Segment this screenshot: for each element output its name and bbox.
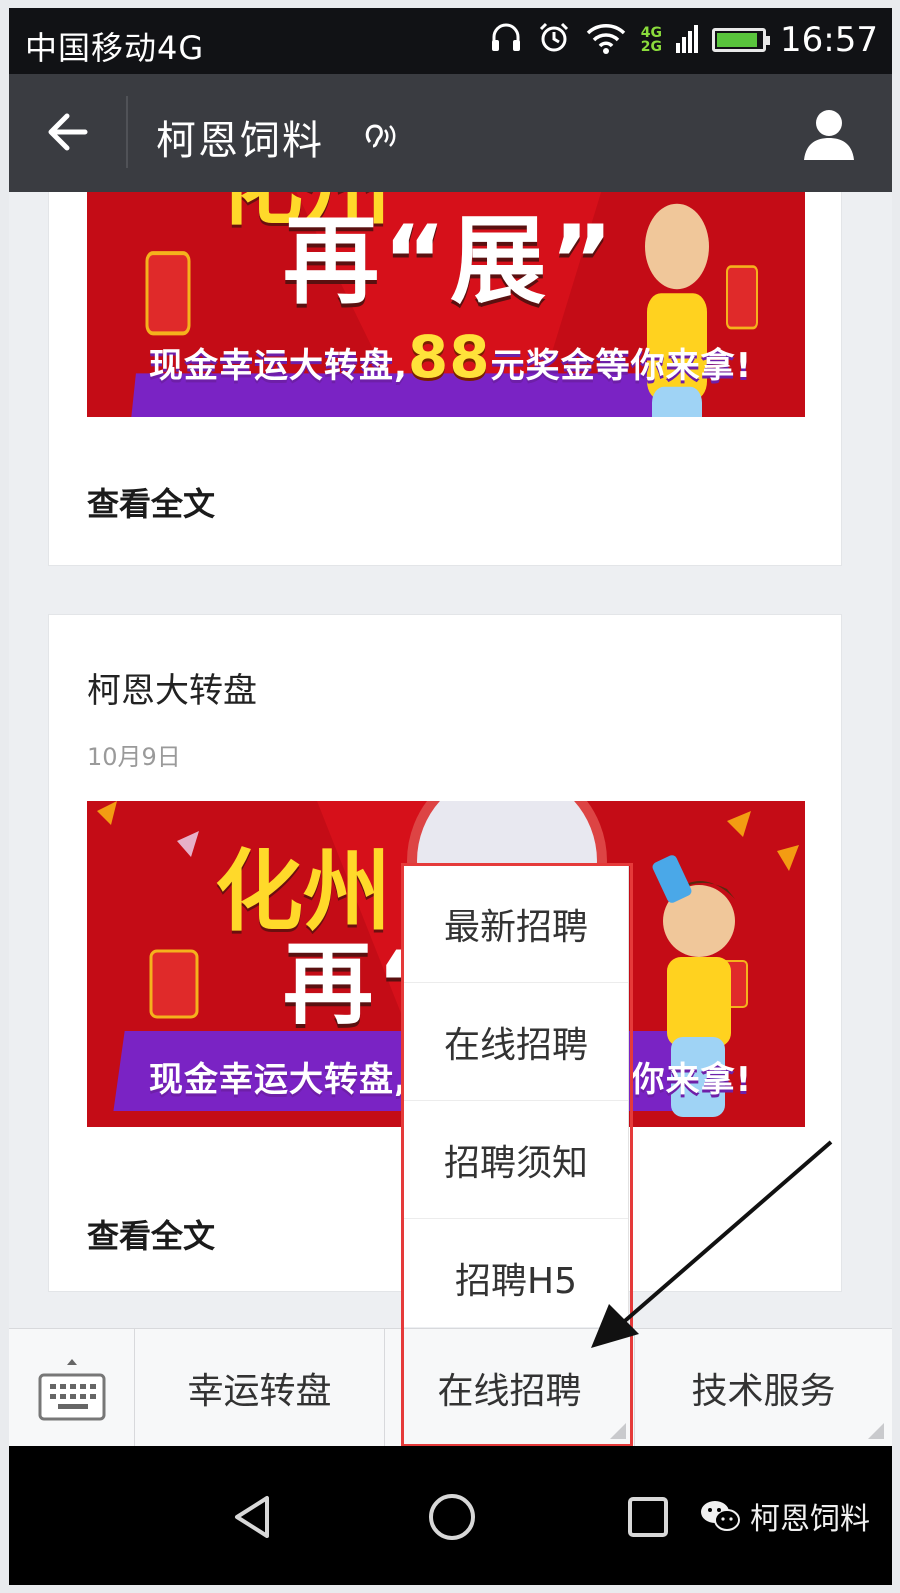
page-title: 柯恩饲料 xyxy=(156,118,324,164)
ear-speaker-icon[interactable] xyxy=(361,118,397,158)
banner-headline-prefix: 现金幸运大转盘, xyxy=(149,1060,408,1100)
clock-time: 16:57 xyxy=(780,20,878,60)
status-bar: 中国移动4G 4G 2G 16:57 xyxy=(9,8,892,74)
article-card[interactable]: 化州 再“展” 现金幸运大转盘,88元奖金等你来拿! 查看全文 xyxy=(48,192,842,566)
square-recents-icon xyxy=(628,1497,668,1537)
banner-headline-prefix: 现金幸运大转盘, xyxy=(149,346,408,386)
profile-button[interactable] xyxy=(800,104,858,162)
submenu-indicator-icon xyxy=(610,1423,626,1439)
triangle-back-icon xyxy=(235,1496,269,1538)
nav-recent-apps-button[interactable] xyxy=(613,1482,683,1552)
keyboard-icon xyxy=(38,1359,105,1421)
signal-icon xyxy=(676,23,699,57)
network-type-indicator: 4G 2G xyxy=(641,26,662,54)
submenu-indicator-icon xyxy=(868,1423,884,1439)
back-button[interactable] xyxy=(39,104,95,160)
menu-tab-label: 技术服务 xyxy=(691,1371,836,1412)
back-arrow-icon xyxy=(48,113,88,151)
banner-headline: 现金幸运大转盘,88元奖金等你来拿! xyxy=(149,323,752,391)
nav-back-button[interactable] xyxy=(219,1482,289,1552)
keyboard-toggle-button[interactable] xyxy=(9,1329,135,1447)
wechat-logo-icon xyxy=(701,1501,740,1531)
screenshot-frame: 中国移动4G 4G 2G 16:57 柯恩饲料 再“展” 现金幸运大转盘,88元… xyxy=(0,0,900,1593)
circle-home-icon xyxy=(429,1494,475,1540)
annotation-arrow-icon xyxy=(591,1140,833,1348)
article-title: 柯恩大转盘 xyxy=(87,671,257,711)
system-nav-bar: 柯恩饲料 xyxy=(9,1446,892,1585)
battery-icon xyxy=(712,28,771,52)
article-cover-image[interactable]: 化州 再“展” 现金幸运大转盘,88元奖金等你来拿! xyxy=(87,192,805,417)
title-bar: 柯恩饲料 xyxy=(9,74,892,192)
phone-screen: 中国移动4G 4G 2G 16:57 柯恩饲料 再“展” 现金幸运大转盘,88元… xyxy=(9,8,892,1585)
net-2g-label: 2G xyxy=(640,39,663,55)
menu-tab-label: 在线招聘 xyxy=(437,1371,582,1412)
status-icons: 4G 2G 16:57 xyxy=(489,20,878,60)
banner-word-main: 再“展” xyxy=(283,205,618,317)
carrier-label: 中国移动4G xyxy=(25,29,205,67)
read-more-link[interactable]: 查看全文 xyxy=(87,1211,215,1257)
wifi-icon xyxy=(585,21,627,59)
menu-tab-lucky-wheel[interactable]: 幸运转盘 xyxy=(135,1329,385,1447)
nav-home-button[interactable] xyxy=(417,1482,487,1552)
headphones-icon xyxy=(489,21,523,59)
net-4g-label: 4G xyxy=(640,25,663,41)
banner-headline-number: 88 xyxy=(407,323,491,391)
submenu-item-online-recruitment[interactable]: 在线招聘 xyxy=(404,983,628,1101)
menu-tab-label: 幸运转盘 xyxy=(187,1371,332,1412)
wechat-watermark: 柯恩饲料 xyxy=(700,1494,870,1538)
banner-headline-suffix: 元奖金等你来拿! xyxy=(490,346,753,386)
submenu-item-latest-jobs[interactable]: 最新招聘 xyxy=(404,865,628,983)
person-icon xyxy=(804,110,854,160)
watermark-text: 柯恩饲料 xyxy=(750,1502,870,1537)
alarm-clock-icon xyxy=(537,21,571,59)
title-divider xyxy=(126,96,128,168)
article-date: 10月9日 xyxy=(87,743,181,771)
read-more-link[interactable]: 查看全文 xyxy=(87,479,215,525)
